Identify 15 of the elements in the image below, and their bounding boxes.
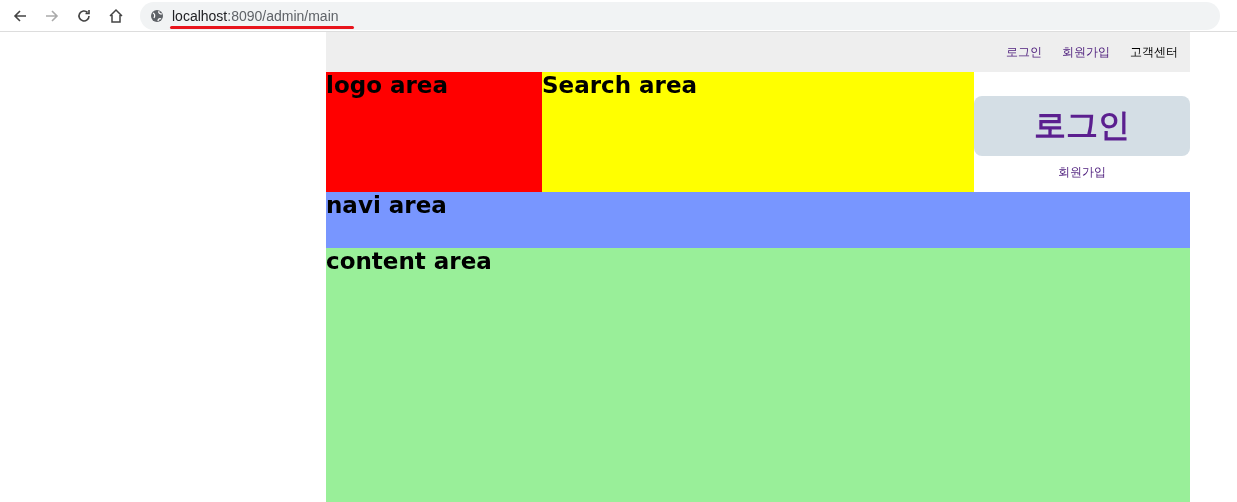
reload-icon[interactable] (76, 7, 92, 24)
login-button[interactable]: 로그인 (974, 96, 1190, 156)
back-icon[interactable] (12, 7, 28, 24)
content-label: content area (326, 248, 492, 274)
top-link[interactable]: 로그인 (1006, 43, 1042, 61)
home-icon[interactable] (108, 7, 124, 24)
top-link[interactable]: 고객센터 (1130, 43, 1178, 61)
address-bar[interactable]: localhost:8090/admin/main (140, 1, 1220, 30)
top-link[interactable]: 회원가입 (1062, 43, 1110, 61)
globe-icon (150, 8, 164, 23)
url-text: localhost:8090/admin/main (172, 7, 339, 24)
signup-link[interactable]: 회원가입 (1058, 164, 1106, 181)
search-label: Search area (542, 72, 698, 98)
navi-label: navi area (326, 192, 447, 218)
logo-label: logo area (326, 72, 448, 98)
